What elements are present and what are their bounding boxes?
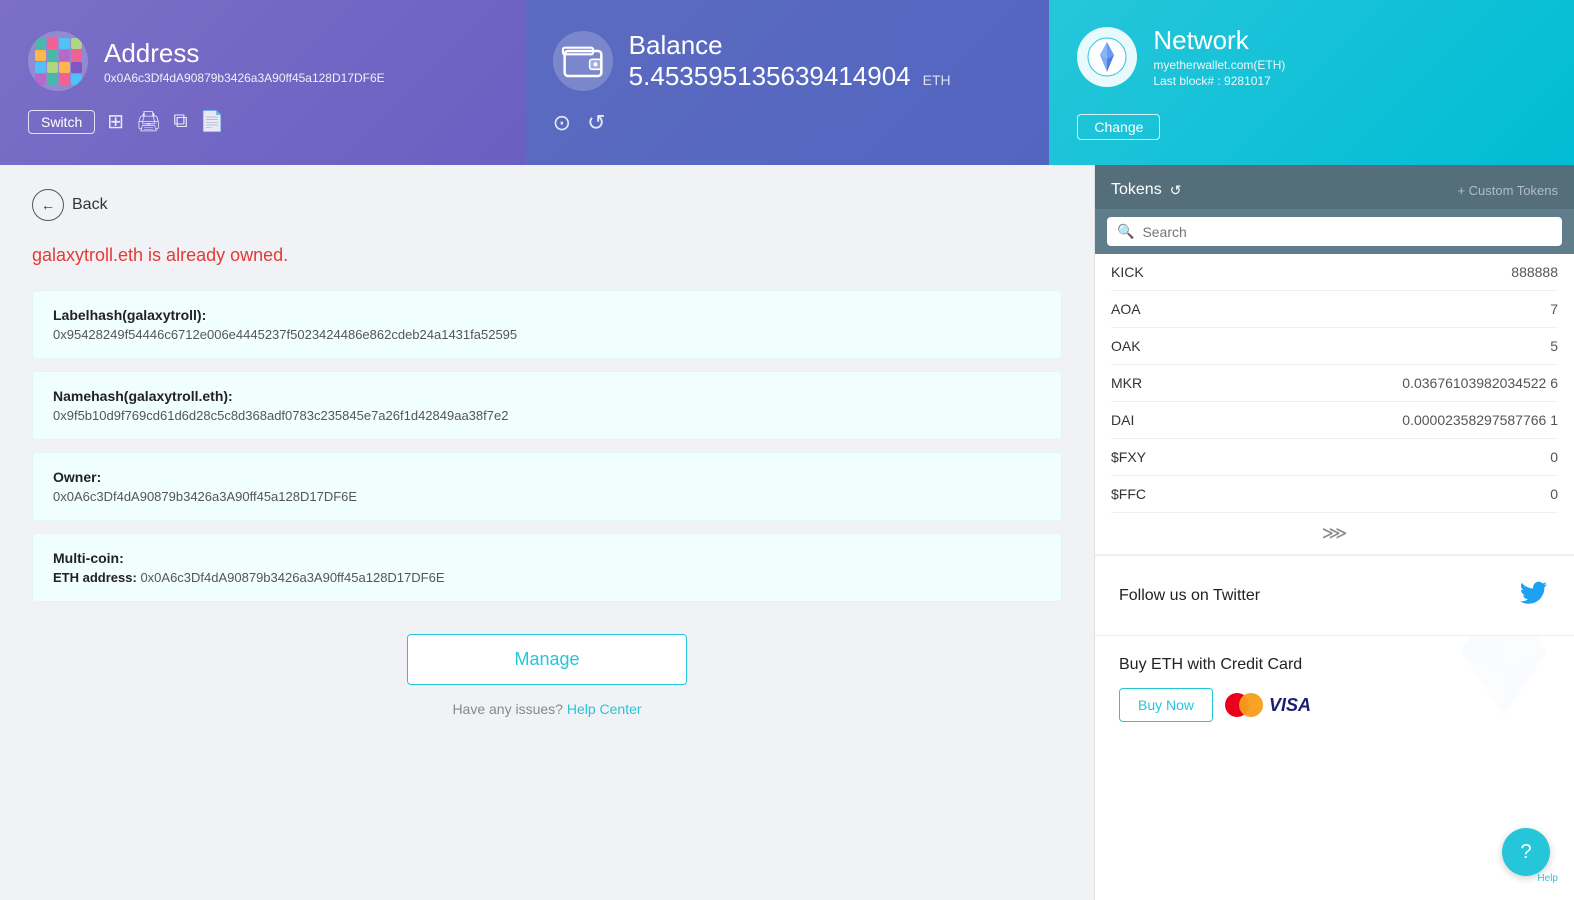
qr-icon[interactable]: ⊞ [107, 109, 124, 134]
balance-unit: ETH [923, 72, 951, 88]
more-options-icon[interactable]: ⊙ [553, 110, 571, 136]
token-name-oak: OAK [1111, 338, 1141, 354]
twitter-section[interactable]: Follow us on Twitter [1095, 555, 1574, 636]
address-avatar [28, 31, 88, 91]
back-arrow-icon: ← [32, 189, 64, 221]
manage-button[interactable]: Manage [407, 634, 687, 685]
token-amount-kick: 888888 [1511, 264, 1558, 280]
labelhash-label: Labelhash(galaxytroll): [53, 307, 1041, 323]
main-content: ← Back galaxytroll.eth is already owned.… [0, 165, 1094, 900]
token-search-area: 🔍 [1095, 209, 1574, 254]
twitter-text: Follow us on Twitter [1119, 587, 1260, 605]
namehash-value: 0x9f5b10d9f769cd61d6d28c5c8d368adf0783c2… [53, 408, 1041, 423]
search-icon: 🔍 [1117, 223, 1134, 240]
file-icon[interactable]: 📄 [200, 109, 225, 134]
network-provider: myetherwallet.com(ETH) [1153, 58, 1285, 72]
list-item: DAI 0.00002358297587766 1 [1111, 402, 1558, 439]
token-amount-aoa: 7 [1550, 301, 1558, 317]
address-title: Address [104, 38, 385, 69]
multicoin-eth-row: ETH address: 0x0A6c3Df4dA90879b3426a3A90… [53, 570, 1041, 585]
eth-address-val: 0x0A6c3Df4dA90879b3426a3A90ff45a128D17DF… [140, 570, 444, 585]
token-name-aoa: AOA [1111, 301, 1141, 317]
token-amount-ffc: 0 [1550, 486, 1558, 502]
list-item: $FFC 0 [1111, 476, 1558, 513]
balance-card: Balance 5.453595135639414904 ETH ⊙ ↺ [525, 0, 1050, 165]
help-button[interactable]: ? [1502, 828, 1550, 876]
show-more-row[interactable]: ⋙ [1095, 513, 1574, 555]
token-name-mkr: MKR [1111, 375, 1142, 391]
token-name-dai: DAI [1111, 412, 1134, 428]
switch-button[interactable]: Switch [28, 110, 95, 134]
tokens-header: Tokens ↺ + Custom Tokens [1095, 165, 1574, 209]
address-card: Address 0x0A6c3Df4dA90879b3426a3A90ff45a… [0, 0, 525, 165]
eth-address-key: ETH address: [53, 570, 137, 585]
buy-eth-section: Buy ETH with Credit Card Buy Now VISA [1095, 636, 1574, 742]
balance-amount: 5.453595135639414904 [629, 61, 911, 92]
network-title: Network [1153, 25, 1285, 56]
network-icon [1077, 27, 1137, 87]
refresh-icon[interactable]: ↺ [587, 110, 605, 136]
labelhash-block: Labelhash(galaxytroll): 0x95428249f54446… [32, 290, 1062, 359]
list-item: OAK 5 [1111, 328, 1558, 365]
token-list: KICK 888888 AOA 7 OAK 5 MKR 0.0367610398… [1095, 254, 1574, 513]
payment-icons: VISA [1225, 693, 1311, 717]
buy-now-button[interactable]: Buy Now [1119, 688, 1213, 722]
copy-icon[interactable]: ⧉ [173, 110, 187, 133]
help-prefix: Have any issues? [452, 701, 563, 717]
token-amount-mkr: 0.03676103982034522 6 [1402, 375, 1558, 391]
list-item: MKR 0.03676103982034522 6 [1111, 365, 1558, 402]
help-center-link[interactable]: Help Center [567, 701, 642, 717]
multicoin-block: Multi-coin: ETH address: 0x0A6c3Df4dA908… [32, 533, 1062, 602]
list-item: $FXY 0 [1111, 439, 1558, 476]
eth-watermark [1444, 636, 1564, 742]
owner-block: Owner: 0x0A6c3Df4dA90879b3426a3A90ff45a1… [32, 452, 1062, 521]
token-name-fxy: $FXY [1111, 449, 1146, 465]
labelhash-value: 0x95428249f54446c6712e006e4445237f502342… [53, 327, 1041, 342]
list-item: KICK 888888 [1111, 254, 1558, 291]
namehash-block: Namehash(galaxytroll.eth): 0x9f5b10d9f76… [32, 371, 1062, 440]
multicoin-label: Multi-coin: [53, 550, 1041, 566]
already-owned-message: galaxytroll.eth is already owned. [32, 245, 1062, 266]
balance-title: Balance [629, 30, 951, 61]
refresh-tokens-icon[interactable]: ↺ [1170, 182, 1182, 199]
back-label: Back [72, 196, 108, 214]
help-container: ? Help [1537, 871, 1558, 884]
namehash-label: Namehash(galaxytroll.eth): [53, 388, 1041, 404]
print-icon[interactable]: 🖨 [136, 109, 161, 134]
token-name-ffc: $FFC [1111, 486, 1146, 502]
address-value: 0x0A6c3Df4dA90879b3426a3A90ff45a128D17DF… [104, 71, 385, 85]
network-block: Last block# : 9281017 [1153, 74, 1285, 88]
twitter-icon[interactable] [1518, 576, 1550, 615]
tokens-label: Tokens [1111, 181, 1162, 199]
search-box: 🔍 [1107, 217, 1562, 246]
search-input[interactable] [1142, 224, 1552, 240]
token-amount-fxy: 0 [1550, 449, 1558, 465]
token-amount-dai: 0.00002358297587766 1 [1402, 412, 1558, 428]
network-card: Network myetherwallet.com(ETH) Last bloc… [1049, 0, 1574, 165]
change-network-button[interactable]: Change [1077, 114, 1160, 140]
token-name-kick: KICK [1111, 264, 1144, 280]
balance-icon [553, 31, 613, 91]
list-item: AOA 7 [1111, 291, 1558, 328]
custom-tokens-link[interactable]: + Custom Tokens [1457, 183, 1558, 198]
token-amount-oak: 5 [1550, 338, 1558, 354]
help-text: Have any issues? Help Center [32, 701, 1062, 717]
mastercard-icon [1225, 693, 1263, 717]
owner-label: Owner: [53, 469, 1041, 485]
visa-icon: VISA [1269, 695, 1311, 716]
sidebar: Tokens ↺ + Custom Tokens 🔍 KICK 888888 A… [1094, 165, 1574, 900]
owner-value: 0x0A6c3Df4dA90879b3426a3A90ff45a128D17DF… [53, 489, 1041, 504]
help-floating-label: Help [1537, 873, 1558, 884]
tokens-title-row: Tokens ↺ [1111, 181, 1181, 199]
show-more-icon[interactable]: ⋙ [1322, 523, 1348, 543]
back-button[interactable]: ← Back [32, 189, 108, 221]
